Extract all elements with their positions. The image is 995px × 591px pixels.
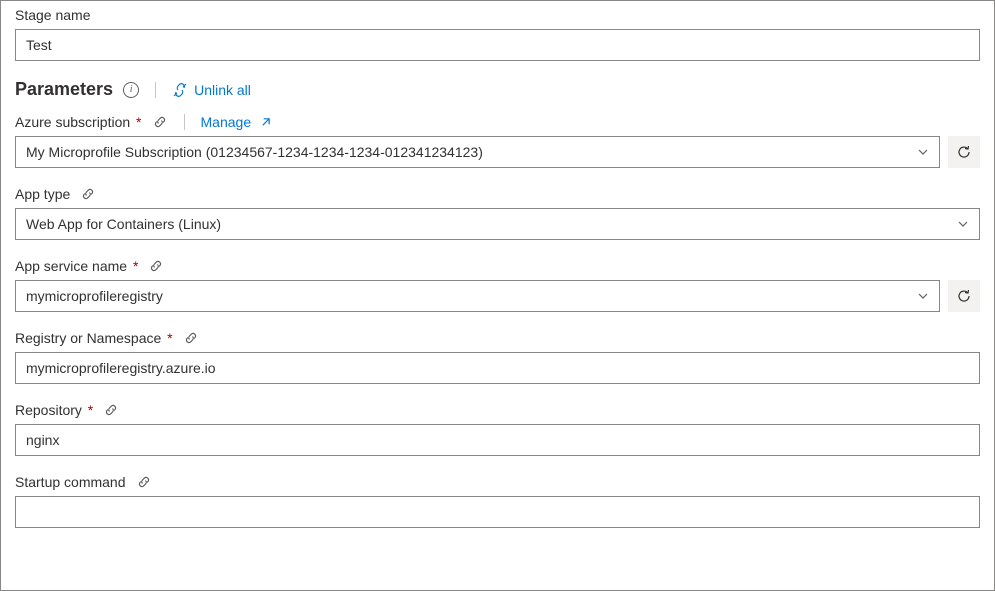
manage-link[interactable]: Manage bbox=[201, 114, 272, 130]
external-link-icon bbox=[260, 117, 271, 128]
azure-subscription-label: Azure subscription * bbox=[15, 114, 142, 130]
parameters-header: Parameters i Unlink all bbox=[15, 79, 980, 100]
divider bbox=[155, 82, 156, 98]
unlink-all-label: Unlink all bbox=[194, 82, 251, 98]
chevron-down-icon bbox=[917, 290, 929, 302]
link-icon[interactable] bbox=[183, 330, 199, 346]
link-icon[interactable] bbox=[103, 402, 119, 418]
stage-name-label: Stage name bbox=[15, 7, 980, 23]
startup-command-field: Startup command bbox=[15, 474, 980, 528]
app-service-name-refresh-button[interactable] bbox=[948, 280, 980, 312]
repository-input[interactable] bbox=[15, 424, 980, 456]
link-icon[interactable] bbox=[152, 114, 168, 130]
refresh-icon bbox=[956, 288, 972, 304]
unlink-icon bbox=[172, 82, 188, 98]
azure-subscription-value: My Microprofile Subscription (01234567-1… bbox=[26, 144, 483, 160]
divider bbox=[184, 114, 185, 130]
stage-name-field: Stage name bbox=[15, 7, 980, 61]
app-service-name-label: App service name * bbox=[15, 258, 138, 274]
startup-command-input[interactable] bbox=[15, 496, 980, 528]
link-icon[interactable] bbox=[136, 474, 152, 490]
parameters-title: Parameters bbox=[15, 79, 113, 100]
azure-subscription-field: Azure subscription * Manage My Microprof… bbox=[15, 114, 980, 168]
manage-label: Manage bbox=[201, 114, 252, 130]
azure-subscription-select[interactable]: My Microprofile Subscription (01234567-1… bbox=[15, 136, 940, 168]
app-type-field: App type Web App for Containers (Linux) bbox=[15, 186, 980, 240]
startup-command-label: Startup command bbox=[15, 474, 126, 490]
link-icon[interactable] bbox=[148, 258, 164, 274]
registry-namespace-label: Registry or Namespace * bbox=[15, 330, 173, 346]
app-type-value: Web App for Containers (Linux) bbox=[26, 216, 221, 232]
repository-field: Repository * bbox=[15, 402, 980, 456]
stage-name-input[interactable] bbox=[15, 29, 980, 61]
app-service-name-select[interactable]: mymicroprofileregistry bbox=[15, 280, 940, 312]
app-type-select[interactable]: Web App for Containers (Linux) bbox=[15, 208, 980, 240]
repository-label: Repository * bbox=[15, 402, 93, 418]
chevron-down-icon bbox=[957, 218, 969, 230]
unlink-all-link[interactable]: Unlink all bbox=[172, 82, 251, 98]
app-type-label: App type bbox=[15, 186, 70, 202]
link-icon[interactable] bbox=[80, 186, 96, 202]
registry-namespace-field: Registry or Namespace * bbox=[15, 330, 980, 384]
refresh-icon bbox=[956, 144, 972, 160]
azure-subscription-refresh-button[interactable] bbox=[948, 136, 980, 168]
app-service-name-field: App service name * mymicroprofileregistr… bbox=[15, 258, 980, 312]
info-icon[interactable]: i bbox=[123, 82, 139, 98]
app-service-name-value: mymicroprofileregistry bbox=[26, 288, 163, 304]
registry-namespace-input[interactable] bbox=[15, 352, 980, 384]
chevron-down-icon bbox=[917, 146, 929, 158]
